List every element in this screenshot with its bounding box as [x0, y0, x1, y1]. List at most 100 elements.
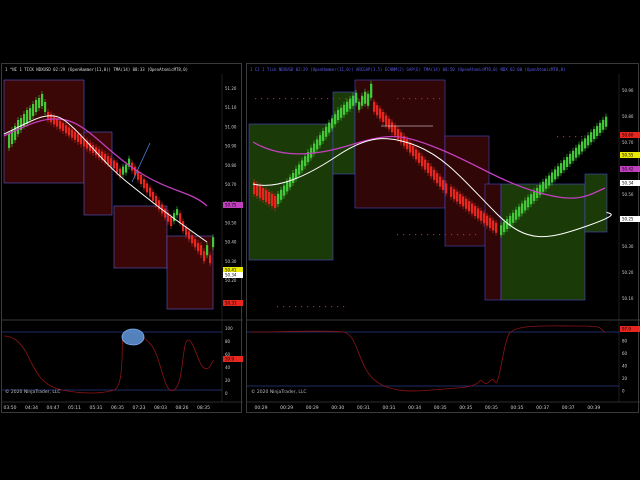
- dotted-level-marker: [267, 98, 269, 100]
- dotted-level-marker: [451, 234, 453, 236]
- candle: [587, 135, 590, 146]
- candle: [343, 104, 346, 115]
- candle: [38, 98, 41, 108]
- candle: [394, 125, 397, 136]
- candle: [442, 180, 445, 190]
- candle: [412, 146, 415, 156]
- candle: [593, 129, 596, 140]
- dotted-level-marker: [445, 234, 447, 236]
- dotted-level-marker: [439, 234, 441, 236]
- time-axis-label: 00:29: [306, 405, 319, 411]
- left-chart-panel[interactable]: 1 ^NI 1 TICK NDXUSD 02:29 (OpenHammer(11…: [1, 63, 243, 414]
- candle: [424, 159, 427, 170]
- candle: [125, 164, 128, 173]
- osc-axis-label: 80: [225, 339, 231, 344]
- dotted-level-marker: [273, 98, 275, 100]
- candle: [581, 141, 584, 152]
- candle: [197, 243, 200, 252]
- candle: [203, 251, 206, 262]
- candle: [140, 175, 143, 184]
- candle: [518, 206, 521, 217]
- candle: [259, 186, 262, 198]
- dotted-level-marker: [563, 136, 565, 138]
- candle: [533, 191, 536, 202]
- price-axis-label: 50.50: [622, 192, 634, 197]
- candle: [188, 231, 191, 240]
- candle: [569, 153, 572, 164]
- time-axis-label: 00:35: [485, 405, 498, 411]
- candle: [602, 119, 605, 130]
- candle: [143, 179, 146, 189]
- candle: [164, 208, 167, 218]
- candle: [286, 181, 289, 192]
- time-axis-label: 08:26: [176, 405, 189, 411]
- dotted-level-marker: [315, 98, 317, 100]
- dotted-level-marker: [337, 306, 339, 308]
- candle: [68, 127, 71, 136]
- price-marker-label: 50.60: [622, 133, 634, 138]
- candle: [71, 129, 74, 138]
- candle: [209, 255, 212, 264]
- time-axis-label: 00:39: [587, 405, 600, 411]
- price-axis-label: 50.50: [225, 220, 237, 225]
- candle: [453, 189, 456, 200]
- price-marker-label: 50.25: [622, 217, 634, 222]
- price-axis-label: 50.20: [622, 270, 634, 275]
- candle: [367, 93, 370, 106]
- candle: [427, 163, 430, 173]
- price-marker-label: 50.34: [225, 273, 237, 278]
- candle: [524, 200, 527, 211]
- dotted-level-marker: [433, 234, 435, 236]
- candle: [456, 191, 459, 202]
- dotted-level-marker: [463, 234, 465, 236]
- left-chart-svg[interactable]: 51.2051.1051.0050.9050.8050.7050.6050.50…: [2, 64, 243, 414]
- dotted-level-marker: [289, 306, 291, 308]
- candle: [605, 116, 608, 127]
- candle: [340, 107, 343, 118]
- dotted-level-marker: [301, 306, 303, 308]
- dotted-level-marker: [285, 98, 287, 100]
- dotted-level-marker: [415, 234, 417, 236]
- candle: [560, 163, 563, 174]
- candle: [545, 178, 548, 189]
- dotted-level-marker: [295, 306, 297, 308]
- candle: [557, 166, 560, 177]
- dotted-level-marker: [313, 306, 315, 308]
- dotted-level-marker: [303, 98, 305, 100]
- price-marker-label: 50.31: [225, 301, 237, 306]
- dotted-level-marker: [397, 234, 399, 236]
- candle: [563, 160, 566, 171]
- dotted-level-marker: [283, 306, 285, 308]
- right-chart-panel[interactable]: 1 CJ 1 Tick NDXUSD 02:29 (OpenHammer(11,…: [246, 63, 640, 414]
- highlight-circle[interactable]: [121, 328, 145, 346]
- candle: [584, 138, 587, 149]
- candle: [8, 134, 11, 148]
- left-zone-box: [113, 205, 168, 269]
- candle: [445, 183, 448, 194]
- candle: [495, 222, 498, 233]
- candle: [483, 213, 486, 224]
- candle: [295, 168, 298, 179]
- candle: [62, 123, 65, 131]
- candle: [32, 104, 35, 116]
- candle: [418, 152, 421, 163]
- candle: [474, 206, 477, 216]
- candle: [331, 118, 334, 129]
- candle: [385, 115, 388, 126]
- time-axis-label: 07:23: [133, 405, 146, 411]
- dotted-level-marker: [469, 234, 471, 236]
- price-axis-label: 51.00: [225, 124, 237, 129]
- oscillator-line: [250, 325, 606, 392]
- time-axis-label: 05:11: [68, 405, 81, 411]
- candle: [77, 134, 80, 142]
- candle: [182, 221, 185, 232]
- candle: [206, 245, 209, 256]
- dotted-level-marker: [409, 234, 411, 236]
- dotted-level-marker: [575, 136, 577, 138]
- right-chart-svg[interactable]: 50.9050.8050.7050.6050.5050.4050.3050.20…: [247, 64, 640, 414]
- price-axis-label: 50.70: [622, 140, 634, 145]
- candle: [256, 184, 259, 196]
- price-axis-label: 50.80: [225, 163, 237, 168]
- candle: [355, 92, 358, 103]
- candle: [113, 160, 116, 169]
